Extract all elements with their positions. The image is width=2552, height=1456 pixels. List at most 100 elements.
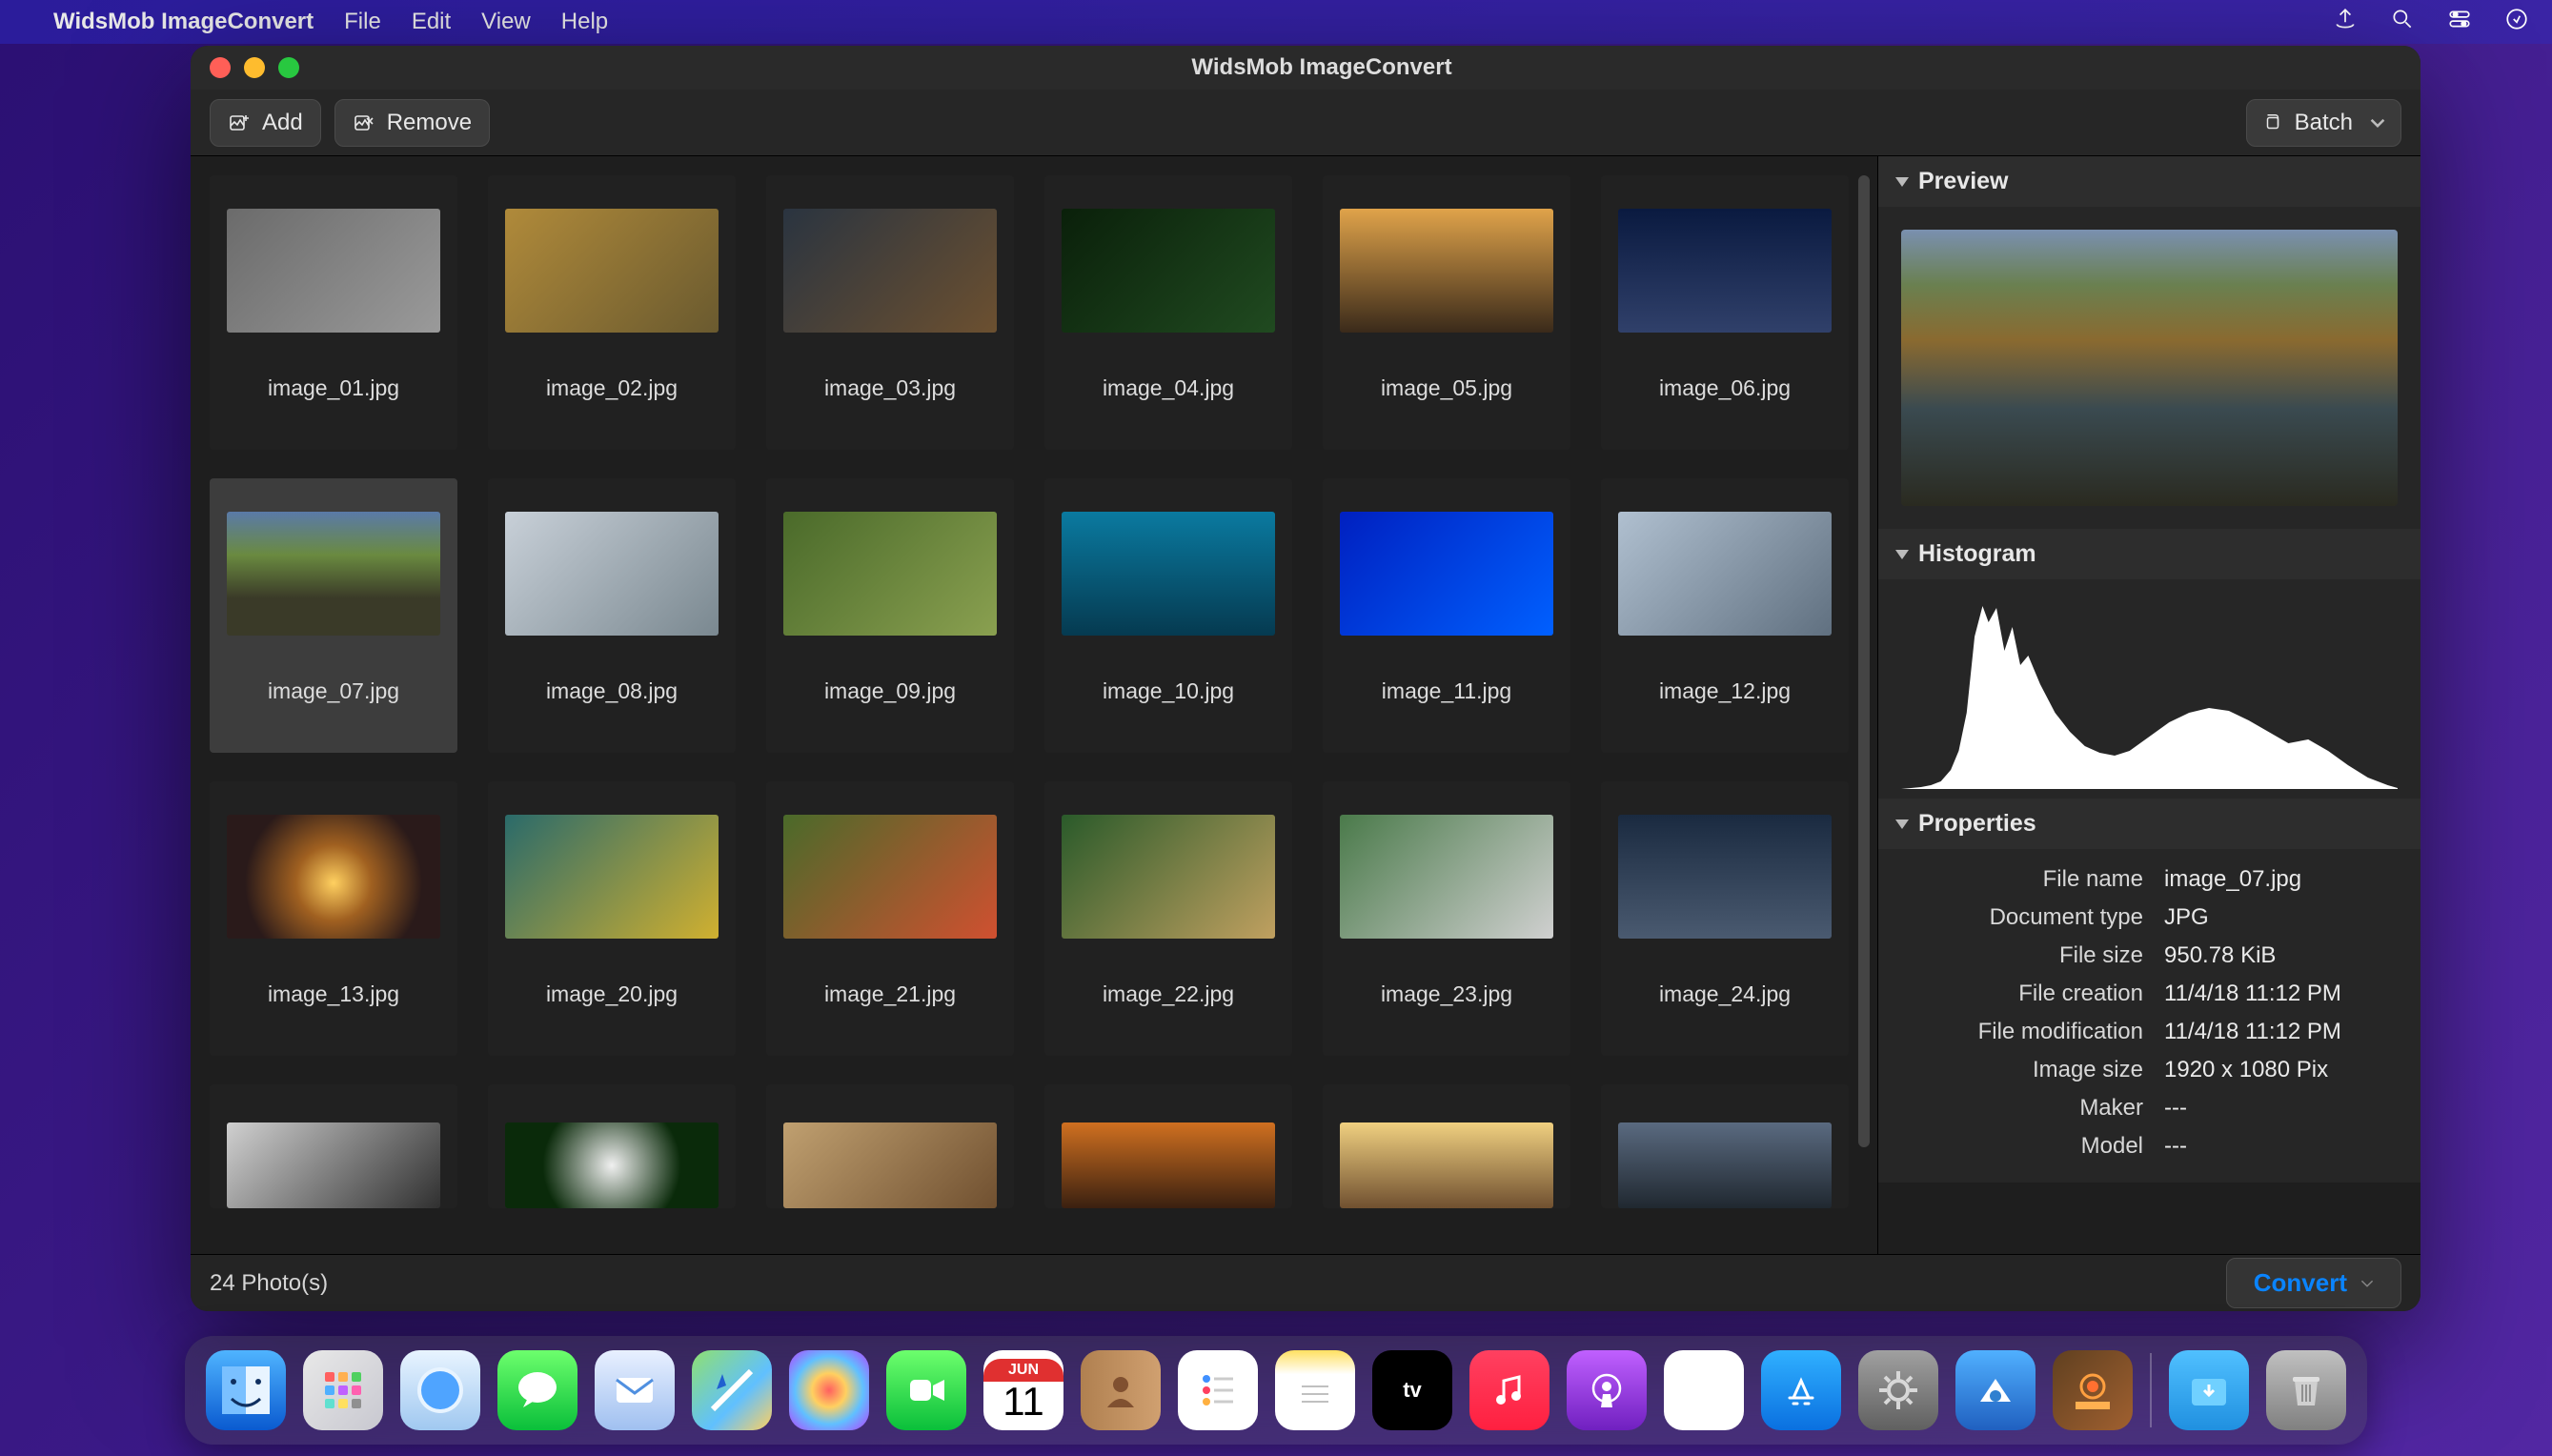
dock-contacts[interactable]: [1081, 1350, 1161, 1430]
menu-help[interactable]: Help: [561, 9, 608, 35]
dock-music[interactable]: [1469, 1350, 1549, 1430]
menubar: WidsMob ImageConvert File Edit View Help: [0, 0, 2552, 44]
thumbnail-image: [505, 1122, 719, 1208]
thumbnail[interactable]: image_09.jpg: [766, 478, 1014, 753]
dock-photos[interactable]: [789, 1350, 869, 1430]
convert-button[interactable]: Convert: [2226, 1258, 2401, 1308]
menubar-app-name[interactable]: WidsMob ImageConvert: [53, 9, 314, 35]
thumbnail[interactable]: [766, 1084, 1014, 1208]
thumbnail-label: image_04.jpg: [1044, 366, 1292, 415]
menu-file[interactable]: File: [344, 9, 381, 35]
thumbnail[interactable]: image_10.jpg: [1044, 478, 1292, 753]
property-label: File name: [1897, 866, 2164, 893]
thumbnail-label: image_09.jpg: [766, 669, 1014, 718]
thumbnail[interactable]: image_01.jpg: [210, 175, 457, 450]
thumbnail[interactable]: [1323, 1084, 1570, 1208]
thumbnail[interactable]: [1601, 1084, 1849, 1208]
thumbnail-image: [783, 209, 997, 333]
remove-button[interactable]: Remove: [334, 99, 490, 147]
gallery-scrollbar[interactable]: [1858, 175, 1870, 1147]
thumbnail[interactable]: image_04.jpg: [1044, 175, 1292, 450]
calendar-day: 11: [1003, 1382, 1044, 1422]
properties-section-header[interactable]: Properties: [1878, 799, 2420, 849]
thumbnail-image: [783, 815, 997, 939]
siri-icon[interactable]: [2504, 7, 2529, 38]
chevron-down-icon: [2370, 115, 2385, 131]
dock-reminders[interactable]: [1178, 1350, 1258, 1430]
dock-podcasts[interactable]: [1567, 1350, 1647, 1430]
dock-notes[interactable]: [1275, 1350, 1355, 1430]
thumbnail[interactable]: image_13.jpg: [210, 781, 457, 1056]
preview-section-header[interactable]: Preview: [1878, 156, 2420, 207]
control-center-icon[interactable]: [2447, 7, 2472, 38]
thumbnail[interactable]: image_21.jpg: [766, 781, 1014, 1056]
thumbnail[interactable]: image_20.jpg: [488, 781, 736, 1056]
property-label: File modification: [1897, 1019, 2164, 1045]
thumbnail[interactable]: image_08.jpg: [488, 478, 736, 753]
thumbnail[interactable]: image_06.jpg: [1601, 175, 1849, 450]
dock-safari[interactable]: [400, 1350, 480, 1430]
thumbnail-label: image_21.jpg: [766, 972, 1014, 1021]
thumbnail-image: [1062, 512, 1275, 636]
thumbnail-label: image_22.jpg: [1044, 972, 1292, 1021]
dock-appstore[interactable]: [1761, 1350, 1841, 1430]
dock-app-generic-1[interactable]: [1955, 1350, 2036, 1430]
thumbnail[interactable]: image_23.jpg: [1323, 781, 1570, 1056]
thumbnail-image: [1618, 815, 1832, 939]
dock-maps[interactable]: [692, 1350, 772, 1430]
thumbnail[interactable]: [210, 1084, 457, 1208]
thumbnail[interactable]: [488, 1084, 736, 1208]
close-button[interactable]: [210, 57, 231, 78]
thumbnail[interactable]: [1044, 1084, 1292, 1208]
property-row: Image size1920 x 1080 Pix: [1897, 1051, 2401, 1089]
zoom-button[interactable]: [278, 57, 299, 78]
airdrop-icon[interactable]: [2333, 7, 2358, 38]
search-icon[interactable]: [2390, 7, 2415, 38]
histogram-section-header[interactable]: Histogram: [1878, 529, 2420, 579]
preview-box: [1878, 207, 2420, 529]
dock-launchpad[interactable]: [303, 1350, 383, 1430]
thumbnail[interactable]: image_07.jpg: [210, 478, 457, 753]
minimize-button[interactable]: [244, 57, 265, 78]
dock-facetime[interactable]: [886, 1350, 966, 1430]
dock-imageconvert[interactable]: [2053, 1350, 2133, 1430]
dock-mail[interactable]: [595, 1350, 675, 1430]
dock-tv[interactable]: tv: [1372, 1350, 1452, 1430]
menu-view[interactable]: View: [481, 9, 531, 35]
batch-dropdown[interactable]: Batch: [2246, 99, 2401, 147]
dock-system-preferences[interactable]: [1858, 1350, 1938, 1430]
thumbnail-image: [1340, 1122, 1553, 1208]
thumbnail-image: [783, 1122, 997, 1208]
thumbnail[interactable]: image_02.jpg: [488, 175, 736, 450]
thumbnail-label: image_11.jpg: [1323, 669, 1570, 718]
thumbnail-label: image_07.jpg: [210, 669, 457, 718]
menu-edit[interactable]: Edit: [412, 9, 451, 35]
add-button[interactable]: Add: [210, 99, 321, 147]
photo-count-status: 24 Photo(s): [210, 1270, 328, 1297]
dock-separator: [2150, 1353, 2152, 1427]
thumbnail[interactable]: image_03.jpg: [766, 175, 1014, 450]
property-value: 11/4/18 11:12 PM: [2164, 981, 2401, 1007]
thumbnail[interactable]: image_24.jpg: [1601, 781, 1849, 1056]
thumbnail[interactable]: image_05.jpg: [1323, 175, 1570, 450]
preview-title: Preview: [1918, 168, 2009, 195]
disclosure-triangle-icon: [1895, 819, 1909, 829]
window-title: WidsMob ImageConvert: [299, 54, 2344, 81]
app-window: WidsMob ImageConvert Add Remove Batch im…: [191, 46, 2420, 1311]
titlebar[interactable]: WidsMob ImageConvert: [191, 46, 2420, 90]
dock-finder[interactable]: [206, 1350, 286, 1430]
dock-news[interactable]: N: [1664, 1350, 1744, 1430]
thumbnail-image: [227, 209, 440, 333]
dock-messages[interactable]: [497, 1350, 577, 1430]
dock-calendar[interactable]: JUN11: [983, 1350, 1063, 1430]
thumbnail[interactable]: image_11.jpg: [1323, 478, 1570, 753]
property-value: JPG: [2164, 904, 2401, 931]
thumbnail[interactable]: image_12.jpg: [1601, 478, 1849, 753]
property-label: Document type: [1897, 904, 2164, 931]
property-row: Document typeJPG: [1897, 899, 2401, 937]
property-row: File creation11/4/18 11:12 PM: [1897, 975, 2401, 1013]
thumbnail-label: image_02.jpg: [488, 366, 736, 415]
dock-trash[interactable]: [2266, 1350, 2346, 1430]
dock-downloads[interactable]: [2169, 1350, 2249, 1430]
thumbnail[interactable]: image_22.jpg: [1044, 781, 1292, 1056]
